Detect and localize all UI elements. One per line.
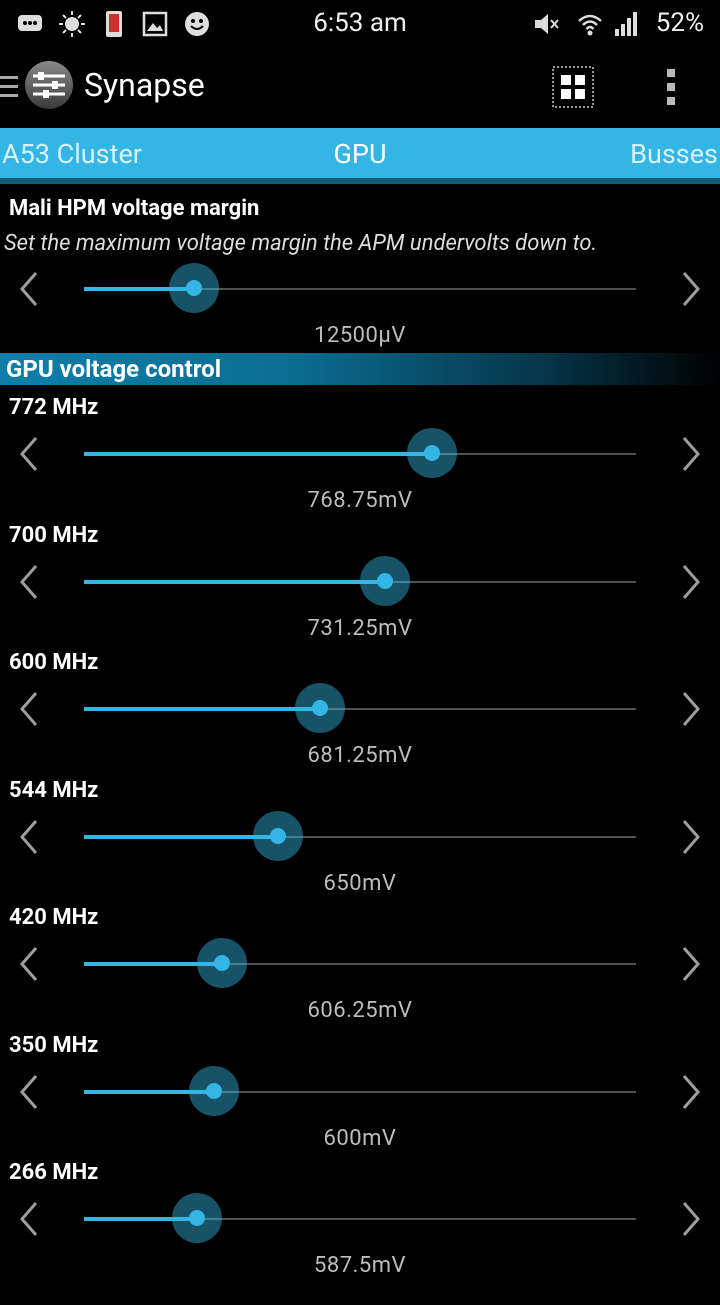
gpu-700-mhz-slider-fill	[84, 579, 385, 584]
gpu-600-mhz-value: 681.25mV	[307, 743, 413, 768]
gpu-266-mhz-slider-track[interactable]	[84, 1193, 636, 1243]
battery-level: 52%	[655, 8, 704, 38]
gpu-freq-label-600-mhz: 600 MHz	[9, 650, 99, 675]
tab-strip: A53 Cluster GPU Busses	[0, 128, 720, 182]
gpu-voltage-section-header: GPU voltage control	[0, 353, 720, 385]
overflow-icon[interactable]	[662, 66, 680, 108]
signal-icon	[615, 12, 637, 36]
gpu-772-mhz-slider-track[interactable]	[84, 428, 636, 478]
gpu-voltage-slider-600-mhz[interactable]: 681.25mV	[0, 683, 720, 795]
gpu-544-mhz-increase-arrow-icon[interactable]	[676, 807, 706, 867]
gpu-freq-label-772-mhz: 772 MHz	[9, 395, 99, 420]
gpu-772-mhz-increase-arrow-icon[interactable]	[676, 424, 706, 484]
status-bar: 6:53 am 52%	[0, 0, 720, 48]
mali-hpm-slider-track[interactable]	[84, 263, 636, 313]
gpu-544-mhz-value: 650mV	[323, 870, 397, 896]
gpu-freq-label-266-mhz: 266 MHz	[9, 1160, 99, 1185]
gpu-700-mhz-value: 731.25mV	[307, 615, 413, 641]
gpu-freq-label-350-mhz: 350 MHz	[9, 1032, 99, 1058]
mute-icon	[535, 14, 559, 34]
app-title: Synapse	[84, 66, 205, 104]
gpu-772-mhz-slider-thumb[interactable]	[406, 428, 457, 478]
gpu-420-mhz-slider-thumb[interactable]	[197, 938, 247, 988]
gpu-420-mhz-decrease-arrow-icon[interactable]	[14, 934, 44, 994]
gpu-266-mhz-value: 587.5mV	[313, 1253, 407, 1278]
gpu-420-mhz-value: 606.25mV	[307, 998, 413, 1023]
gpu-350-mhz-slider-track[interactable]	[84, 1065, 636, 1116]
menu-icon[interactable]	[0, 70, 18, 104]
app-logo[interactable]	[24, 60, 74, 110]
gpu-544-mhz-slider-track[interactable]	[84, 810, 636, 861]
mali-hpm-value: 12500µV	[314, 323, 406, 348]
gpu-voltage-slider-772-mhz[interactable]: 768.75mV	[0, 428, 720, 540]
mali-hpm-decrease-arrow-icon[interactable]	[14, 259, 44, 319]
tab-busses[interactable]: Busses	[630, 138, 718, 170]
gpu-voltage-slider-266-mhz[interactable]: 587.5mV	[0, 1193, 720, 1305]
gpu-772-mhz-slider-fill	[84, 452, 432, 456]
gpu-600-mhz-slider-track[interactable]	[84, 683, 636, 733]
tab-gpu[interactable]: GPU	[0, 138, 720, 170]
mali-hpm-increase-arrow-icon[interactable]	[676, 259, 706, 319]
mali-hpm-description: Set the maximum voltage margin the APM u…	[4, 231, 598, 256]
mali-hpm-title: Mali HPM voltage margin	[9, 196, 260, 221]
action-bar: Synapse	[0, 48, 720, 128]
gpu-544-mhz-decrease-arrow-icon[interactable]	[14, 807, 44, 867]
gpu-600-mhz-increase-arrow-icon[interactable]	[676, 679, 706, 739]
gpu-700-mhz-increase-arrow-icon[interactable]	[676, 552, 706, 612]
gpu-350-mhz-slider-thumb[interactable]	[188, 1065, 239, 1116]
gpu-700-mhz-decrease-arrow-icon[interactable]	[14, 552, 44, 612]
gpu-freq-label-420-mhz: 420 MHz	[9, 905, 99, 930]
mali-hpm-slider-thumb[interactable]	[169, 263, 220, 313]
gpu-freq-label-544-mhz: 544 MHz	[9, 777, 99, 803]
gpu-voltage-slider-350-mhz[interactable]: 600mV	[0, 1065, 720, 1178]
gpu-266-mhz-increase-arrow-icon[interactable]	[676, 1189, 706, 1249]
gpu-350-mhz-decrease-arrow-icon[interactable]	[14, 1062, 44, 1122]
gpu-266-mhz-decrease-arrow-icon[interactable]	[14, 1189, 44, 1249]
gpu-266-mhz-slider-thumb[interactable]	[172, 1193, 223, 1243]
grid-icon[interactable]	[552, 66, 594, 108]
gpu-600-mhz-decrease-arrow-icon[interactable]	[14, 679, 44, 739]
gpu-772-mhz-decrease-arrow-icon[interactable]	[14, 424, 44, 484]
gpu-voltage-slider-420-mhz[interactable]: 606.25mV	[0, 938, 720, 1050]
gpu-420-mhz-increase-arrow-icon[interactable]	[676, 934, 706, 994]
gpu-544-mhz-slider-fill	[84, 834, 279, 839]
gpu-544-mhz-slider-thumb[interactable]	[253, 810, 304, 861]
wifi-icon	[578, 14, 602, 36]
tab-indicator	[0, 178, 720, 184]
gpu-772-mhz-value: 768.75mV	[307, 488, 413, 513]
gpu-voltage-slider-544-mhz[interactable]: 650mV	[0, 810, 720, 923]
gpu-420-mhz-slider-track[interactable]	[84, 938, 636, 988]
gpu-voltage-slider-700-mhz[interactable]: 731.25mV	[0, 555, 720, 668]
gpu-350-mhz-increase-arrow-icon[interactable]	[676, 1062, 706, 1122]
gpu-700-mhz-slider-thumb[interactable]	[359, 555, 410, 606]
gpu-freq-label-700-mhz: 700 MHz	[9, 522, 99, 548]
gpu-600-mhz-slider-thumb[interactable]	[295, 683, 346, 733]
gpu-600-mhz-slider-fill	[84, 707, 321, 711]
gpu-700-mhz-slider-track[interactable]	[84, 555, 636, 606]
gpu-350-mhz-value: 600mV	[323, 1125, 397, 1151]
